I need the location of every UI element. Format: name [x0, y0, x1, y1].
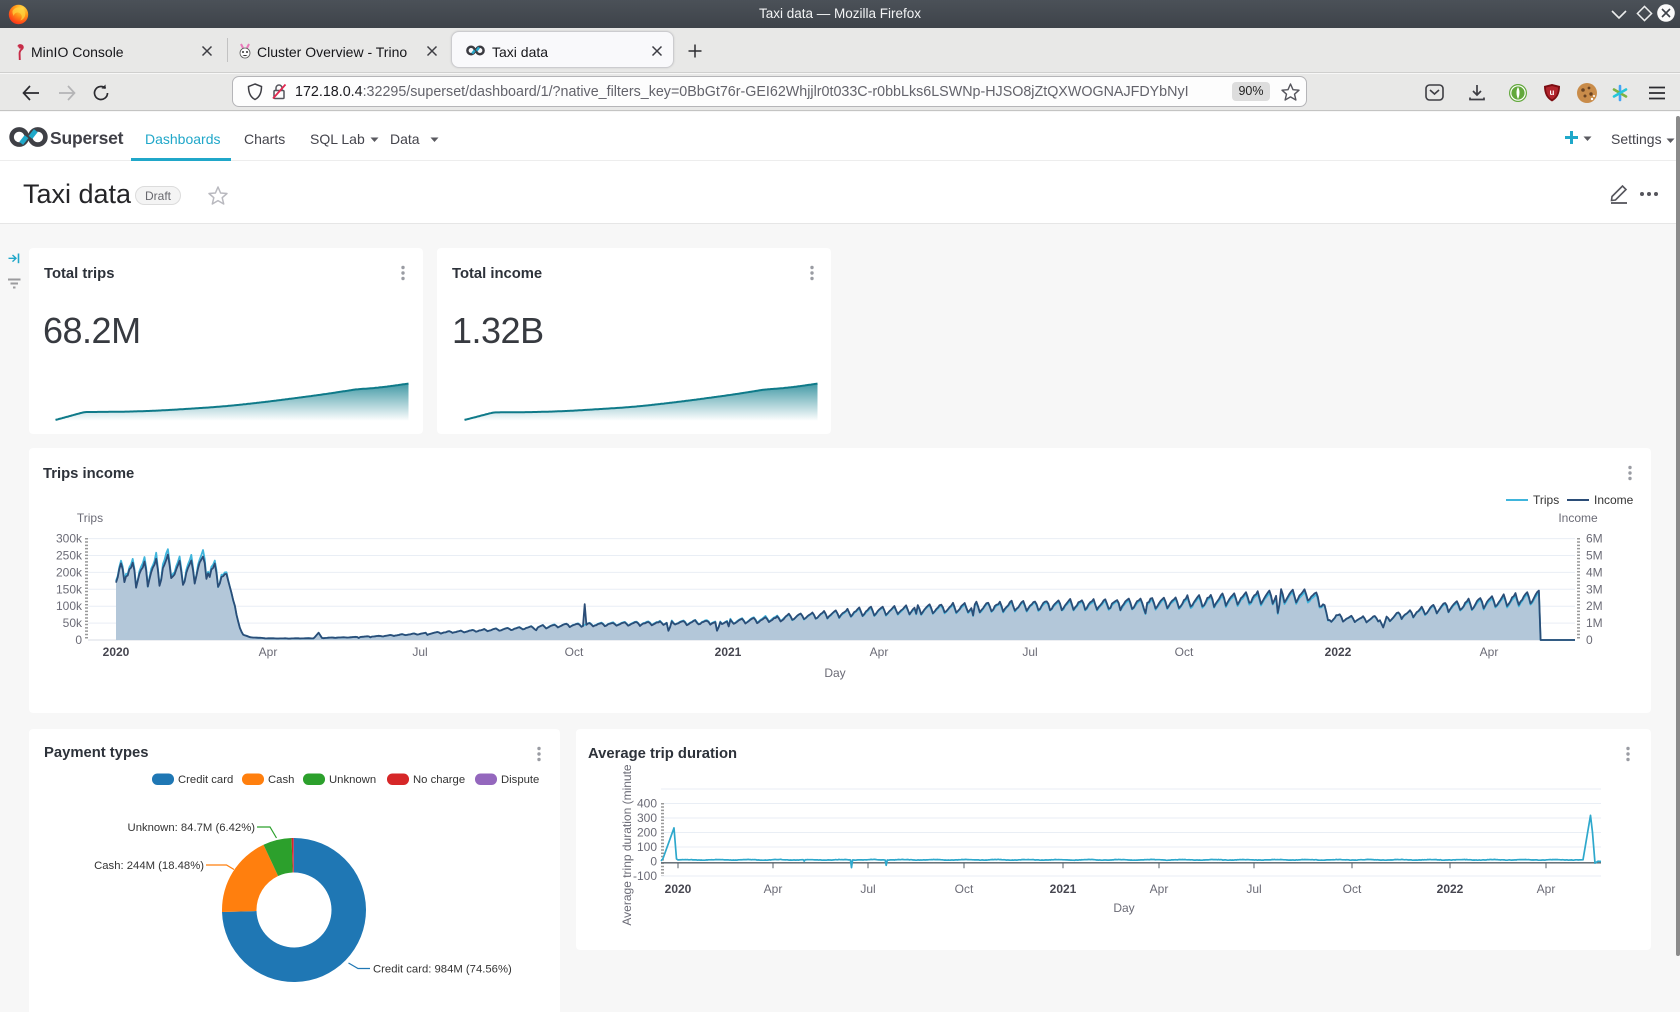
svg-text:0: 0	[650, 855, 657, 869]
svg-text:300: 300	[637, 811, 657, 825]
svg-text:Average trinp duration (minute: Average trinp duration (minute	[620, 764, 634, 926]
svg-text:Apr: Apr	[1537, 882, 1556, 896]
svg-text:Oct: Oct	[1343, 882, 1362, 896]
svg-text:Apr: Apr	[1150, 882, 1169, 896]
svg-text:2020: 2020	[665, 882, 692, 896]
svg-text:Apr: Apr	[764, 882, 783, 896]
svg-text:Oct: Oct	[955, 882, 974, 896]
svg-text:200: 200	[637, 826, 657, 840]
svg-text:400: 400	[637, 797, 657, 811]
svg-text:Jul: Jul	[1246, 882, 1261, 896]
svg-text:100: 100	[637, 840, 657, 854]
svg-text:2021: 2021	[1050, 882, 1077, 896]
svg-text:Jul: Jul	[860, 882, 875, 896]
svg-text:Day: Day	[1113, 901, 1134, 915]
svg-text:-100: -100	[633, 869, 657, 883]
svg-text:2022: 2022	[1437, 882, 1464, 896]
